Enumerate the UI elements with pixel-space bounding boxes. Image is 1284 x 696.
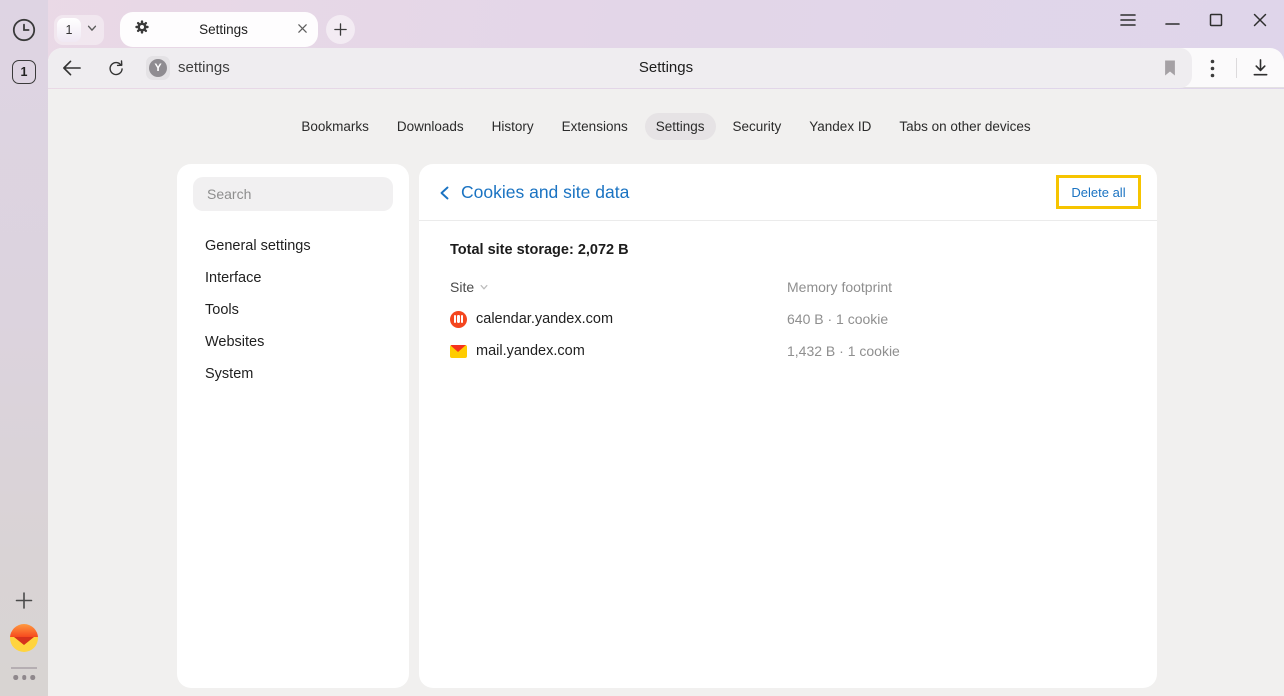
toolbar-separator <box>1236 58 1237 78</box>
close-icon[interactable] <box>297 21 308 39</box>
calendar-icon <box>450 311 467 328</box>
total-site-storage: Total site storage: 2,072 B <box>450 242 1125 258</box>
history-clock-icon[interactable] <box>11 17 37 43</box>
sidebar-item-general-settings[interactable]: General settings <box>177 230 409 262</box>
hamburger-icon[interactable] <box>1106 0 1150 40</box>
toolbar-right <box>1192 48 1284 88</box>
settings-nav: Bookmarks Downloads History Extensions S… <box>48 113 1284 140</box>
new-tab-button[interactable] <box>326 15 355 44</box>
sidebar-item-tools[interactable]: Tools <box>177 294 409 326</box>
tab-title: Settings <box>150 22 297 37</box>
column-site-sort[interactable]: Site <box>450 279 787 295</box>
maximize-icon[interactable] <box>1194 0 1238 40</box>
download-icon[interactable] <box>1248 56 1272 80</box>
tab-group-selector[interactable]: 1 <box>54 15 104 45</box>
sidebar-menu: General settings Interface Tools Website… <box>177 230 409 390</box>
nav-history[interactable]: History <box>481 113 545 140</box>
sidebar-item-system[interactable]: System <box>177 358 409 390</box>
address-bar[interactable]: Y settings <box>48 48 1192 88</box>
more-dots-icon[interactable] <box>13 675 35 680</box>
toolbar: Y settings Settings <box>48 48 1284 88</box>
sort-chevron-icon <box>479 282 489 292</box>
yandex-logo-letter: Y <box>149 59 167 77</box>
table-row[interactable]: mail.yandex.com 1,432 B · 1 cookie <box>450 335 1125 367</box>
search-box <box>193 177 393 211</box>
nav-tabs-other-devices[interactable]: Tabs on other devices <box>888 113 1041 140</box>
nav-security[interactable]: Security <box>722 113 793 140</box>
window-controls <box>1106 0 1282 40</box>
cookies-header: Cookies and site data Delete all <box>419 164 1157 221</box>
memory-footprint: 640 B · 1 cookie <box>787 311 1125 327</box>
cookies-title: Cookies and site data <box>461 182 629 203</box>
tabs-panel-badge: 1 <box>12 60 36 84</box>
site-badge-icon[interactable]: Y <box>146 56 170 80</box>
mail-icon <box>450 345 467 358</box>
back-icon[interactable] <box>59 56 83 80</box>
tab-settings[interactable]: Settings <box>120 12 318 47</box>
url-text[interactable]: settings <box>178 48 230 88</box>
cookies-panel: Cookies and site data Delete all Total s… <box>419 164 1157 688</box>
yandex-mail-icon[interactable] <box>10 624 38 652</box>
nav-extensions[interactable]: Extensions <box>551 113 639 140</box>
nav-downloads[interactable]: Downloads <box>386 113 475 140</box>
left-rail: 1 <box>0 0 48 696</box>
nav-yandex-id[interactable]: Yandex ID <box>798 113 882 140</box>
plus-icon[interactable] <box>15 591 34 610</box>
sites-table: Site Memory footprint calendar.yandex.co… <box>450 271 1125 367</box>
table-header-row: Site Memory footprint <box>450 271 1125 303</box>
browser-window: 1 1 Settings <box>0 0 1284 696</box>
nav-bookmarks[interactable]: Bookmarks <box>290 113 380 140</box>
chevron-down-icon <box>86 21 98 39</box>
delete-all-highlight: Delete all <box>1056 175 1141 209</box>
tab-strip: 1 Settings <box>48 0 1284 48</box>
back-chevron-icon[interactable] <box>433 181 457 205</box>
sidebar-item-websites[interactable]: Websites <box>177 326 409 358</box>
rail-divider <box>11 667 37 669</box>
yandex-mail-logo <box>10 624 38 652</box>
sidebar-item-interface[interactable]: Interface <box>177 262 409 294</box>
settings-page: Bookmarks Downloads History Extensions S… <box>48 89 1284 696</box>
settings-sidebar: General settings Interface Tools Website… <box>177 164 409 688</box>
bookmark-icon[interactable] <box>1158 56 1182 80</box>
delete-all-button[interactable]: Delete all <box>1071 185 1125 200</box>
column-memory-label: Memory footprint <box>787 279 1125 295</box>
tab-group-count: 1 <box>57 18 81 42</box>
site-name: calendar.yandex.com <box>476 311 613 327</box>
close-window-icon[interactable] <box>1238 0 1282 40</box>
column-site-label: Site <box>450 279 474 295</box>
reload-icon[interactable] <box>104 56 128 80</box>
minimize-icon[interactable] <box>1150 0 1194 40</box>
site-name: mail.yandex.com <box>476 343 585 359</box>
table-row[interactable]: calendar.yandex.com 640 B · 1 cookie <box>450 303 1125 335</box>
search-input[interactable] <box>193 177 393 211</box>
nav-settings[interactable]: Settings <box>645 113 716 140</box>
gear-icon <box>134 19 150 40</box>
memory-footprint: 1,432 B · 1 cookie <box>787 343 1125 359</box>
kebab-icon[interactable] <box>1200 56 1224 80</box>
tabs-panel-icon[interactable]: 1 <box>12 60 36 84</box>
